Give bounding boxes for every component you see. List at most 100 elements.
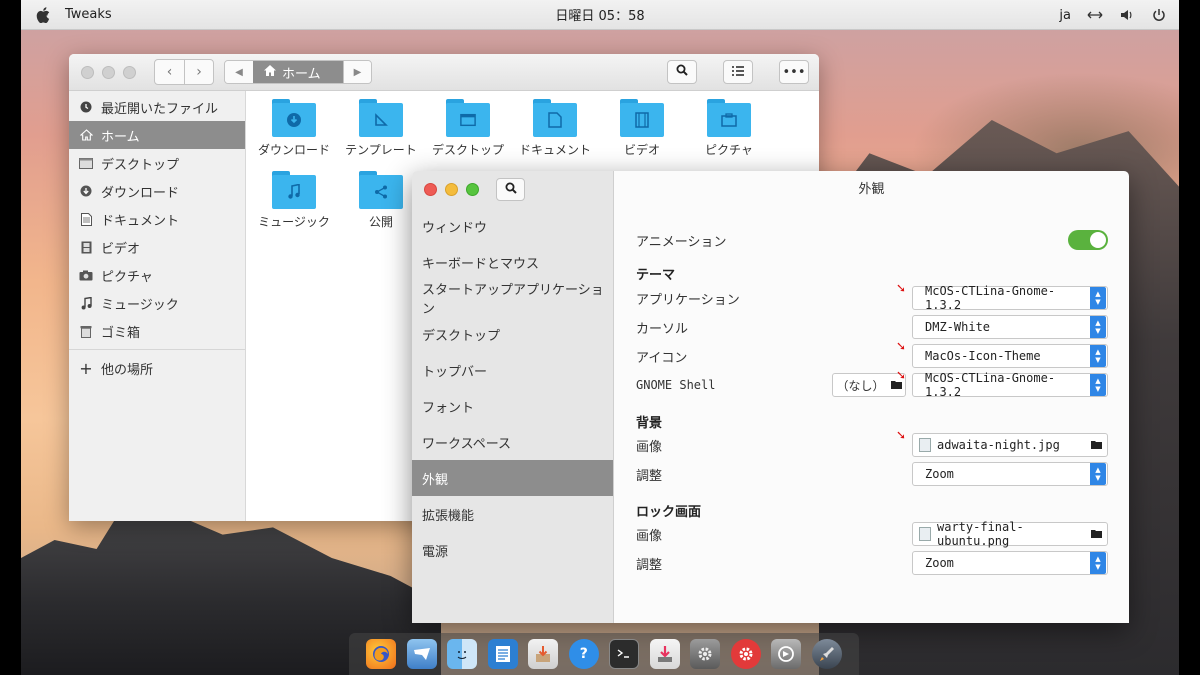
folder-icon	[1085, 528, 1107, 541]
file-item[interactable]: デスクトップ	[425, 91, 511, 158]
file-item[interactable]: ビデオ	[599, 91, 685, 158]
search-icon	[505, 182, 517, 197]
bg-adjust-select[interactable]: Zoom ▲ ▼	[912, 462, 1108, 486]
sidebar-item-trash[interactable]: ゴミ箱	[69, 317, 245, 345]
animation-label: アニメーション	[636, 234, 727, 250]
volume-icon[interactable]	[1119, 7, 1135, 23]
triangle-right-icon: ▶	[353, 66, 362, 78]
menu-button[interactable]: •••	[779, 60, 809, 84]
sidebar-item-videos[interactable]: ビデオ	[69, 233, 245, 261]
path-scroll-left-button[interactable]: ◀	[225, 61, 253, 83]
file-item[interactable]: ドキュメント	[512, 91, 598, 158]
mail-icon[interactable]	[406, 639, 437, 669]
installer-icon[interactable]	[528, 639, 559, 669]
applications-theme-select[interactable]: McOS-CTLina-Gnome-1.3.2 ▲ ▼	[912, 284, 1108, 312]
launchpad-icon[interactable]	[811, 639, 842, 669]
nav-item-startup-apps[interactable]: スタートアップアプリケーション	[412, 280, 613, 317]
app-store-icon[interactable]	[730, 639, 761, 669]
sidebar-item-label: ホーム	[101, 129, 140, 145]
chevron-left-icon: ‹	[166, 64, 173, 80]
dock: ?	[349, 633, 859, 675]
sidebar-item-other-locations[interactable]: + 他の場所	[69, 354, 245, 382]
lock-image-chooser[interactable]: warty-final-ubuntu.png	[912, 520, 1108, 548]
apple-icon[interactable]	[35, 6, 51, 24]
icon-theme-select[interactable]: MacOs-Icon-Theme ▲ ▼	[912, 344, 1108, 368]
page-title: 外観	[858, 182, 885, 197]
file-item[interactable]: テンプレート	[338, 91, 424, 158]
close-button[interactable]	[81, 65, 94, 79]
nav-item-power[interactable]: 電源	[412, 532, 613, 568]
shell-theme-select[interactable]: McOS-CTLina-Gnome-1.3.2 ▲ ▼	[912, 371, 1108, 399]
sidebar-item-downloads[interactable]: ダウンロード	[69, 177, 245, 205]
minimize-button[interactable]	[445, 183, 458, 196]
firefox-icon[interactable]	[366, 639, 397, 669]
sidebar-item-label: 他の場所	[101, 362, 154, 378]
help-icon[interactable]: ?	[568, 639, 599, 669]
file-label: ビデオ	[623, 143, 660, 157]
chevron-updown-icon: ▲ ▼	[1090, 374, 1106, 396]
file-item[interactable]: ミュージック	[251, 163, 337, 230]
sidebar-item-home[interactable]: ホーム	[69, 121, 245, 149]
nav-item-appearance[interactable]: 外観	[412, 460, 613, 496]
file-item[interactable]: ダウンロード	[251, 91, 337, 158]
input-language[interactable]: ja	[1059, 8, 1071, 23]
chevron-updown-icon: ▲ ▼	[1090, 316, 1106, 338]
sidebar-item-pictures[interactable]: ピクチャ	[69, 261, 245, 289]
image-file-icon	[919, 438, 931, 452]
nav-item-fonts[interactable]: フォント	[412, 388, 613, 424]
sidebar-item-recent[interactable]: 最近開いたファイル	[69, 93, 245, 121]
settings-icon[interactable]	[690, 639, 721, 669]
file-item[interactable]: ピクチャ	[686, 91, 772, 158]
tweaks-content: 外観 アニメーション テーマ アプリケーション ➘ McOS-CTLina-Gn…	[614, 171, 1129, 623]
clock[interactable]: 日曜日 05：58	[555, 5, 644, 24]
shell-theme-file-button[interactable]: （なし）	[832, 373, 906, 397]
terminal-icon[interactable]	[609, 639, 640, 669]
applications-row: アプリケーション ➘ McOS-CTLina-Gnome-1.3.2 ▲ ▼	[636, 282, 1108, 312]
active-app-name[interactable]: Tweaks	[65, 7, 112, 22]
close-button[interactable]	[424, 183, 437, 196]
nav-item-top-bar[interactable]: トップバー	[412, 352, 613, 388]
tweaks-nav: ウィンドウ キーボードとマウス スタートアップアプリケーション デスクトップ ト…	[412, 208, 613, 568]
applications-label: アプリケーション	[636, 292, 740, 308]
lock-adjust-select[interactable]: Zoom ▲ ▼	[912, 551, 1108, 575]
path-home-button[interactable]: ホーム	[253, 61, 343, 83]
bg-image-chooser[interactable]: adwaita-night.jpg	[912, 433, 1108, 457]
tweaks-icon[interactable]	[771, 639, 802, 669]
search-button[interactable]	[667, 60, 697, 84]
notes-icon[interactable]	[487, 639, 518, 669]
back-button[interactable]: ‹	[155, 60, 184, 84]
finder-icon[interactable]	[447, 639, 478, 669]
sidebar-item-documents[interactable]: ドキュメント	[69, 205, 245, 233]
download-folder-icon	[272, 99, 316, 137]
share-folder-icon	[359, 171, 403, 209]
music-icon	[79, 296, 93, 310]
path-scroll-right-button[interactable]: ▶	[343, 61, 371, 83]
sidebar-item-music[interactable]: ミュージック	[69, 289, 245, 317]
cursor-label: カーソル	[636, 321, 689, 337]
cursor-theme-select[interactable]: DMZ-White ▲ ▼	[912, 315, 1108, 339]
animation-toggle[interactable]	[1068, 230, 1108, 250]
maximize-button[interactable]	[466, 183, 479, 196]
nav-item-desktop[interactable]: デスクトップ	[412, 316, 613, 352]
nav-item-windows[interactable]: ウィンドウ	[412, 208, 613, 244]
sidebar-item-label: デスクトップ	[101, 157, 180, 173]
bg-image-label: 画像	[636, 439, 663, 455]
top-panel: Tweaks 日曜日 05：58 ja	[21, 0, 1179, 30]
sidebar-item-label: ミュージック	[101, 297, 179, 313]
folder-icon	[1085, 439, 1107, 452]
minimize-button[interactable]	[102, 65, 115, 79]
nav-item-workspaces[interactable]: ワークスペース	[412, 424, 613, 460]
header-tools: •••	[667, 60, 809, 84]
power-icon[interactable]	[1151, 7, 1167, 23]
file-label: ドキュメント	[518, 143, 591, 157]
maximize-button[interactable]	[123, 65, 136, 79]
nav-item-keyboard-mouse[interactable]: キーボードとマウス	[412, 244, 613, 280]
nav-item-extensions[interactable]: 拡張機能	[412, 496, 613, 532]
search-button[interactable]	[496, 178, 525, 201]
forward-button[interactable]: ›	[184, 60, 213, 84]
view-list-button[interactable]	[723, 60, 753, 84]
file-manager-headerbar: ‹ › ◀ ホーム ▶ •••	[69, 54, 819, 91]
network-icon[interactable]	[1087, 7, 1103, 23]
download-icon[interactable]	[649, 639, 680, 669]
sidebar-item-desktop[interactable]: デスクトップ	[69, 149, 245, 177]
